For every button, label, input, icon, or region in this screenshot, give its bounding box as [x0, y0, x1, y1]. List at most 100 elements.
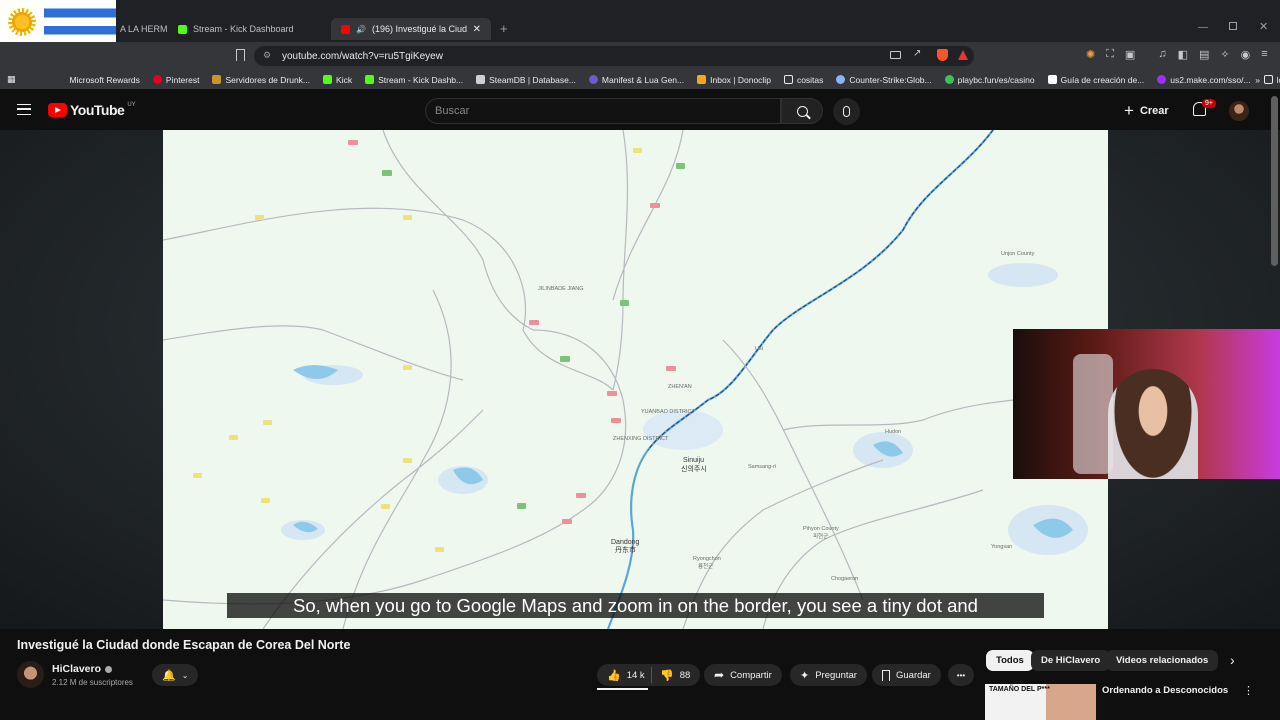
- bookmark-playbc[interactable]: playbc.fun/es/casino: [944, 75, 1035, 85]
- voice-search-button[interactable]: [833, 98, 860, 125]
- tab-a-la-herm[interactable]: A LA HERM: [116, 18, 168, 40]
- bookmark-stream-kick[interactable]: Stream - Kick Dashb...: [365, 75, 463, 85]
- share-page-icon[interactable]: ↗: [913, 48, 921, 59]
- bookmark-servidores[interactable]: Servidores de Drunk...: [212, 75, 310, 85]
- subtitle-caption: So, when you go to Google Maps and zoom …: [227, 593, 1044, 618]
- map-label: Ryongchon: [693, 556, 721, 562]
- search-button[interactable]: [781, 98, 823, 124]
- extension-icon-1[interactable]: ✺: [1086, 48, 1095, 61]
- channel-avatar[interactable]: [17, 661, 44, 688]
- recommended-title[interactable]: Ordenando a Desconocidos: [1102, 685, 1228, 696]
- maximize-icon[interactable]: [1229, 22, 1237, 30]
- map-label-dandong: Dandong: [611, 539, 640, 546]
- apps-icon[interactable]: ▦: [7, 74, 16, 85]
- dislike-button[interactable]: 👎 88: [652, 664, 701, 686]
- sidebar-icon[interactable]: ◧: [1178, 48, 1188, 61]
- sun-icon: [8, 8, 36, 36]
- sparkle-icon: ✦: [800, 669, 810, 682]
- leo-ai-icon[interactable]: ✧: [1220, 48, 1229, 61]
- more-bookmarks-icon[interactable]: »: [1255, 75, 1260, 85]
- vpn-icon[interactable]: ◉: [1241, 48, 1251, 61]
- tab-kick-dashboard[interactable]: Stream - Kick Dashboard: [168, 18, 328, 40]
- bookmark-icon[interactable]: [236, 49, 245, 61]
- search-icon: [796, 105, 811, 119]
- url-text: youtube.com/watch?v=ru5TgiKeyew: [282, 50, 443, 62]
- map-label: JILINBADE JIANG: [538, 286, 584, 292]
- map-label: Usi: [755, 346, 763, 352]
- chip-de-hiclavero[interactable]: De HiClavero: [1031, 650, 1111, 671]
- recommended-more-icon[interactable]: ⋮: [1243, 684, 1254, 697]
- avatar[interactable]: [1229, 101, 1249, 121]
- donoclip-icon: [697, 75, 707, 84]
- chip-videos-relacionados[interactable]: Videos relacionados: [1106, 650, 1219, 671]
- bookmark-make[interactable]: us2.make.com/sso/...: [1157, 75, 1251, 85]
- bookmark-counter-strike[interactable]: Counter-Strike:Glob...: [836, 75, 932, 85]
- bookmark-lolo[interactable]: lolo: [1263, 75, 1280, 85]
- bookmark-pinterest[interactable]: Pinterest: [152, 75, 199, 85]
- tab-youtube-active[interactable]: 🔊 (196) Investigué la Ciudad do ✕: [331, 18, 491, 40]
- create-button[interactable]: + Crear: [1124, 101, 1169, 121]
- map-label-sinuiju: Sinuiju: [683, 457, 704, 464]
- install-icon[interactable]: [890, 51, 901, 59]
- kick-icon: [365, 75, 375, 84]
- chip-todos[interactable]: Todos: [986, 650, 1034, 671]
- steamdb-icon: [476, 75, 486, 84]
- ask-button[interactable]: ✦ Preguntar: [790, 664, 867, 686]
- thumbs-up-icon: 👍: [607, 669, 621, 682]
- recommended-thumbnail[interactable]: TAMAÑO DEL P***: [985, 684, 1096, 720]
- channel-name[interactable]: HiClavero: [52, 663, 113, 675]
- map-label: 신의주시: [681, 464, 707, 473]
- minimize-icon[interactable]: —: [1198, 22, 1208, 33]
- save-button[interactable]: Guardar: [872, 664, 941, 686]
- notifications-button[interactable]: 9+: [1193, 99, 1216, 121]
- extension-icon-2[interactable]: ⛶: [1106, 48, 1114, 61]
- more-actions-button[interactable]: •••: [948, 664, 974, 686]
- bookmark-manifest[interactable]: Manifest & Lua Gen...: [588, 75, 684, 85]
- gaming-chair: [1073, 354, 1113, 474]
- map-label: 피현군: [813, 532, 828, 540]
- new-tab-button[interactable]: +: [500, 21, 508, 36]
- youtube-logo[interactable]: YouTube UY: [48, 102, 136, 118]
- close-tab-icon[interactable]: ✕: [473, 24, 481, 35]
- bookmark-guia[interactable]: Guía de creación de...: [1047, 75, 1144, 85]
- bookmarks-bar: ▦ Microsoft Rewards Pinterest Servidores…: [0, 70, 1280, 89]
- plus-icon: +: [1124, 101, 1134, 120]
- map-graphic: JILINBADE JIANG ZHEN'AN YUANBAO DISTRICT…: [163, 130, 1108, 629]
- bookmark-kick[interactable]: Kick: [323, 75, 352, 85]
- map-label: Yongsan: [991, 544, 1012, 550]
- share-button[interactable]: ➦ Compartir: [704, 664, 782, 686]
- map-video-frame[interactable]: JILINBADE JIANG ZHEN'AN YUANBAO DISTRICT…: [163, 130, 1108, 629]
- wallet-icon[interactable]: ▤: [1199, 48, 1209, 61]
- extension-icon-3[interactable]: ▣: [1125, 48, 1135, 61]
- url-bar[interactable]: ⚙ youtube.com/watch?v=ru5TgiKeyew: [254, 46, 974, 66]
- bell-icon: 🔔: [162, 669, 176, 682]
- rewards-triangle-icon[interactable]: [958, 50, 968, 60]
- like-progress-underline: [597, 688, 648, 690]
- share-icon: ➦: [714, 668, 725, 682]
- bookmark-cositas[interactable]: cositas: [783, 75, 823, 85]
- map-label: 룡천군: [698, 562, 713, 570]
- map-label: ZHENXING DISTRICT: [613, 436, 669, 442]
- like-button[interactable]: 👍 14 k: [597, 664, 653, 686]
- bookmark-microsoft-rewards[interactable]: Microsoft Rewards: [70, 75, 140, 85]
- subscribed-button[interactable]: 🔔 ⌄: [152, 664, 199, 686]
- menu-icon[interactable]: ≡: [1261, 48, 1267, 61]
- hamburger-menu-icon[interactable]: [17, 104, 31, 115]
- map-label: Unjon County: [1001, 251, 1035, 257]
- bookmark-steamdb[interactable]: SteamDB | Database...: [476, 75, 576, 85]
- site-info-icon[interactable]: ⚙: [263, 50, 271, 61]
- map-label: Hudon: [885, 429, 901, 435]
- verified-icon: [105, 665, 113, 673]
- close-window-icon[interactable]: ✕: [1259, 20, 1268, 33]
- media-control-icon[interactable]: ♫: [1158, 48, 1166, 61]
- page-scrollbar[interactable]: [1271, 96, 1278, 266]
- bookmark-donoclip[interactable]: Inbox | Donoclip: [697, 75, 771, 85]
- chevron-right-icon[interactable]: ›: [1230, 652, 1235, 668]
- kick-icon: [323, 75, 333, 84]
- streamer-webcam-overlay: [1013, 329, 1280, 479]
- search-input[interactable]: Buscar: [425, 98, 781, 124]
- streamer-figure: [1108, 369, 1198, 479]
- youtube-tab-icon: [341, 24, 350, 34]
- brave-shield-icon[interactable]: [937, 49, 948, 61]
- map-label: ZHEN'AN: [668, 384, 692, 390]
